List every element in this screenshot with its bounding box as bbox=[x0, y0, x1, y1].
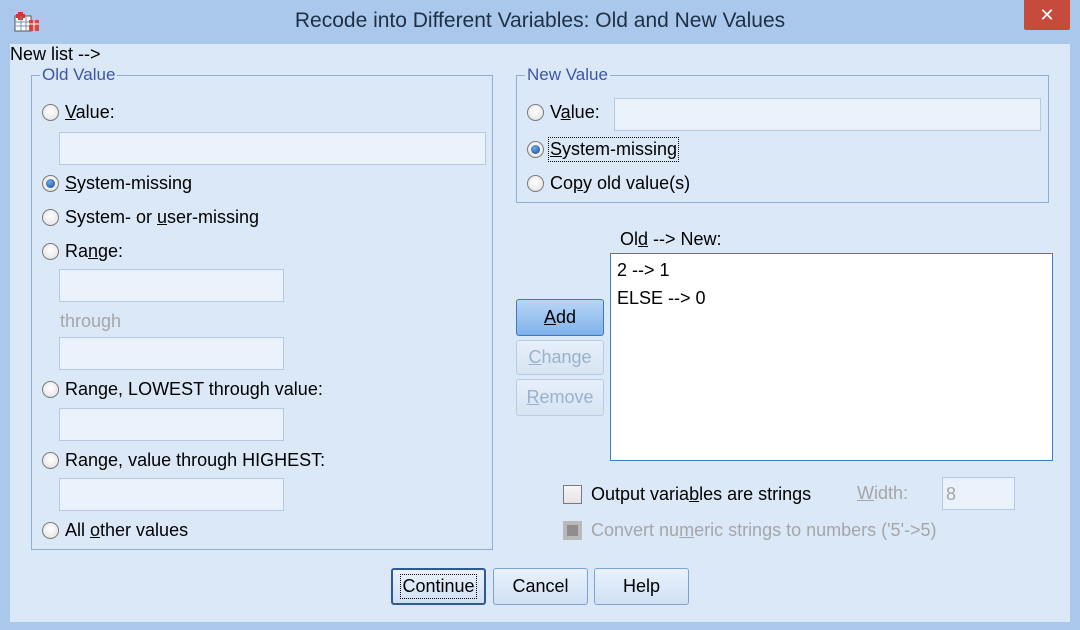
output-strings-checkbox[interactable]: Output variables are strings bbox=[563, 482, 811, 506]
new-value-radio[interactable]: Value: bbox=[527, 100, 600, 124]
copy-old-values-radio[interactable]: Copy old value(s) bbox=[527, 171, 690, 195]
radio-button-icon bbox=[42, 242, 59, 260]
cancel-button[interactable]: Cancel bbox=[493, 568, 588, 605]
continue-button[interactable]: Continue bbox=[391, 568, 486, 605]
all-other-values-radio[interactable]: All other values bbox=[42, 518, 188, 542]
radio-button-icon bbox=[42, 174, 59, 192]
new-value-group: New Value Value: System-missing Copy old… bbox=[516, 64, 1049, 203]
radio-button-icon bbox=[527, 174, 544, 192]
range-radio[interactable]: Range: bbox=[42, 239, 123, 263]
radio-button-icon bbox=[42, 451, 59, 469]
help-button[interactable]: Help bbox=[594, 568, 689, 605]
radio-button-icon bbox=[42, 103, 59, 121]
checkbox-icon bbox=[563, 484, 582, 504]
new-value-input bbox=[614, 98, 1041, 131]
radio-button-icon bbox=[42, 380, 59, 398]
dialog-client-area: Old Value Value: System-missing System- … bbox=[10, 44, 1070, 622]
title-bar: Recode into Different Variables: Old and… bbox=[0, 0, 1080, 44]
window-title: Recode into Different Variables: Old and… bbox=[294, 9, 786, 32]
radio-button-icon bbox=[42, 208, 59, 226]
new-value-legend: New Value bbox=[525, 64, 610, 86]
mapping-row[interactable]: 2 --> 1 bbox=[617, 258, 1046, 286]
change-button[interactable]: Change bbox=[516, 340, 604, 375]
range-lowest-radio[interactable]: Range, LOWEST through value: bbox=[42, 377, 323, 401]
range-highest-radio[interactable]: Range, value through HIGHEST: bbox=[42, 448, 325, 472]
old-value-legend: Old Value bbox=[40, 64, 118, 86]
mapping-row[interactable]: ELSE --> 0 bbox=[617, 286, 1046, 314]
old-value-input bbox=[59, 132, 486, 165]
range-lowest-input bbox=[59, 408, 284, 441]
range-to-input bbox=[59, 337, 284, 370]
convert-numeric-checkbox: Convert numeric strings to numbers ('5'-… bbox=[563, 518, 937, 542]
width-label: Width: bbox=[857, 483, 909, 503]
old-system-missing-radio[interactable]: System-missing bbox=[42, 171, 192, 195]
remove-button[interactable]: Remove bbox=[516, 379, 604, 416]
old-value-radio[interactable]: Value: bbox=[42, 100, 115, 124]
system-or-user-missing-radio[interactable]: System- or user-missing bbox=[42, 205, 259, 229]
range-highest-input bbox=[59, 478, 284, 511]
radio-button-icon bbox=[527, 140, 544, 158]
radio-button-icon bbox=[527, 103, 544, 121]
add-button[interactable]: Add bbox=[516, 299, 604, 336]
close-button[interactable]: ✕ bbox=[1024, 0, 1070, 30]
radio-button-icon bbox=[42, 521, 59, 539]
old-new-listbox[interactable]: 2 --> 1 ELSE --> 0 bbox=[610, 253, 1053, 461]
new-system-missing-radio[interactable]: System-missing bbox=[527, 136, 680, 162]
old-value-group: Old Value Value: System-missing System- … bbox=[31, 64, 493, 550]
range-from-input bbox=[59, 269, 284, 302]
checkbox-icon bbox=[563, 520, 582, 540]
through-label: through bbox=[60, 311, 122, 331]
old-new-label: Old --> New: bbox=[620, 229, 722, 249]
width-input: 8 bbox=[942, 477, 1015, 510]
